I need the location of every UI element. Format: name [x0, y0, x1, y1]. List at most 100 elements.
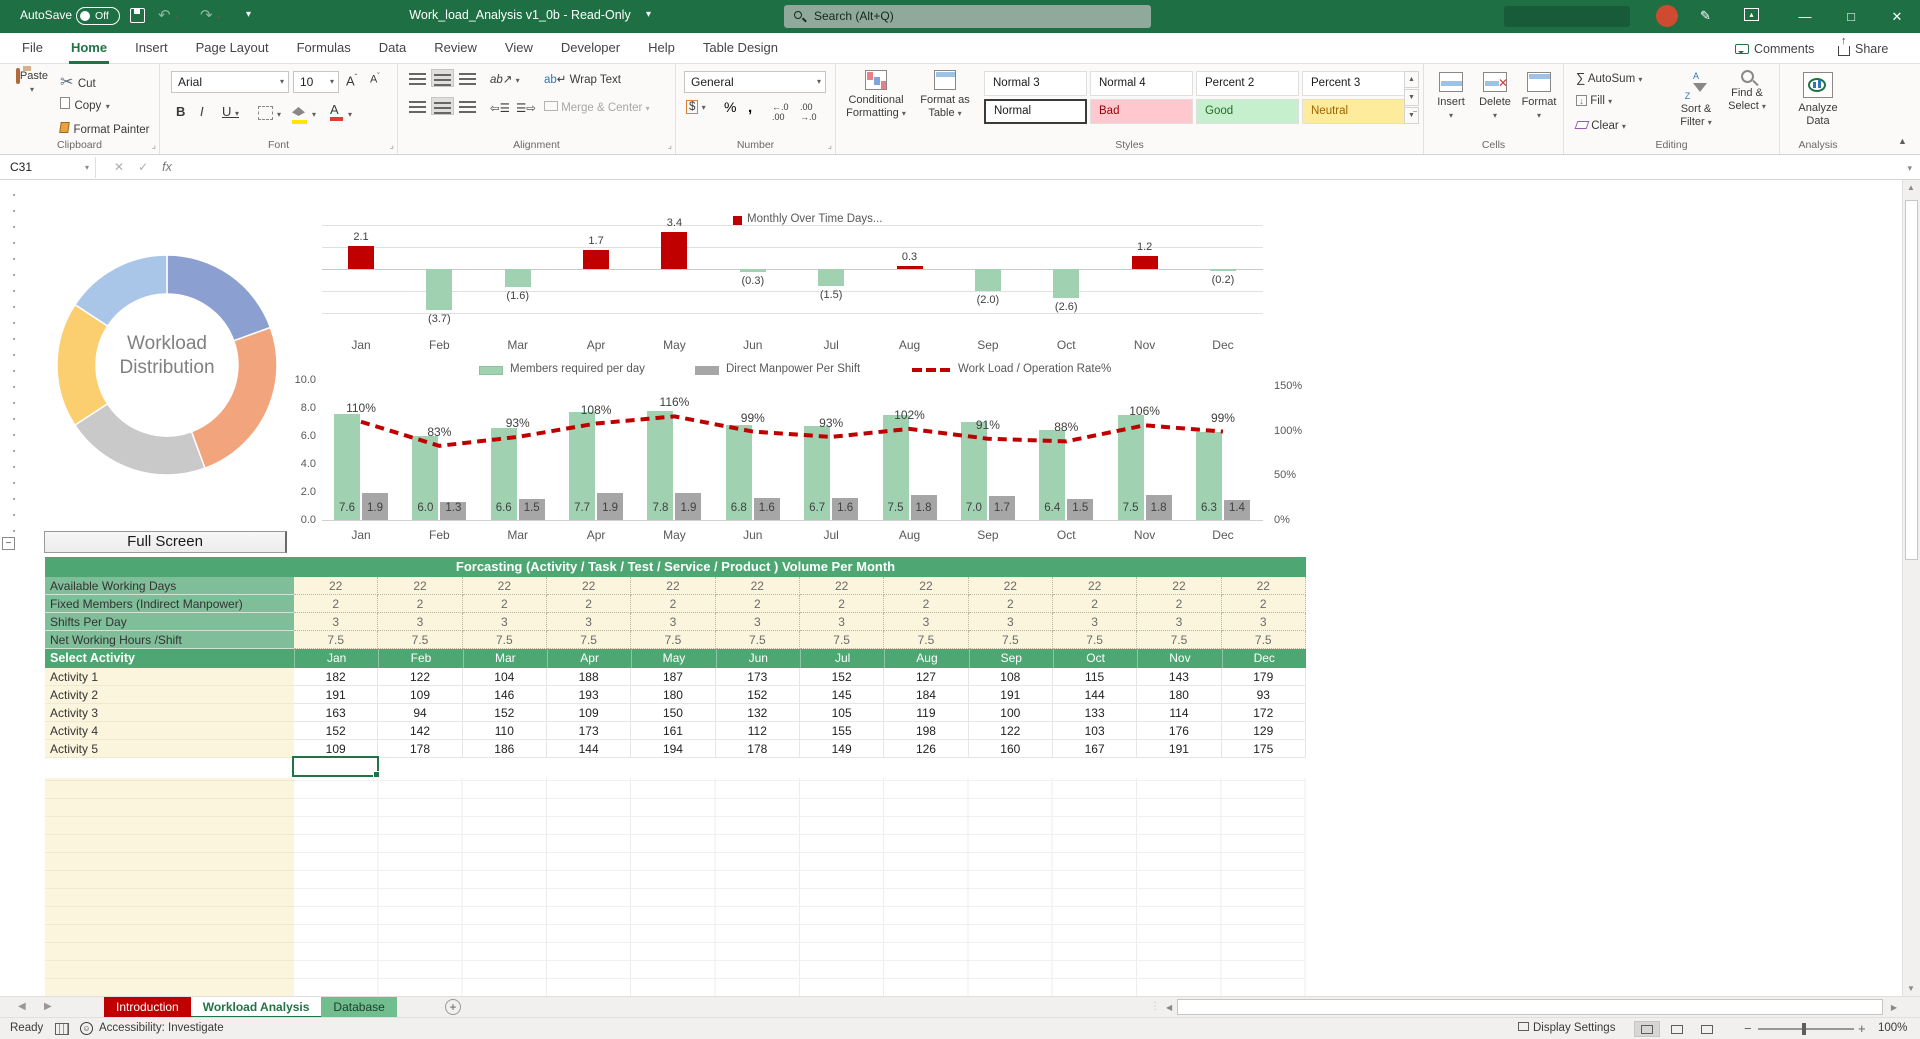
month-header-cell[interactable]: Aug	[884, 649, 968, 668]
param-cell[interactable]: 2	[716, 595, 800, 613]
activity-cell[interactable]: 191	[1137, 740, 1221, 758]
underline-button[interactable]: U ▾	[222, 104, 239, 119]
clipboard-dialog-launcher-icon[interactable]: ⌟	[152, 140, 156, 151]
increase-decimal-button[interactable]: ←.0.00	[772, 102, 789, 122]
decrease-font-icon[interactable]: A˘	[370, 73, 380, 86]
param-cell[interactable]: 2	[969, 595, 1053, 613]
activity-cell[interactable]: 144	[547, 740, 631, 758]
param-cell[interactable]: 3	[463, 613, 547, 631]
activity-cell[interactable]: 188	[547, 668, 631, 686]
zoom-slider-thumb[interactable]	[1802, 1023, 1806, 1035]
redo-icon[interactable]: ↷ ▾	[200, 6, 221, 24]
insert-cells-button[interactable]: Insert▾	[1430, 72, 1472, 122]
alignment-dialog-launcher-icon[interactable]: ⌟	[668, 140, 672, 151]
month-header-cell[interactable]: May	[631, 649, 715, 668]
activity-cell[interactable]: 152	[463, 704, 547, 722]
format-painter-button[interactable]: Format Painter	[60, 120, 150, 138]
activity-cell[interactable]: 152	[716, 686, 800, 704]
activity-cell[interactable]: 152	[800, 668, 884, 686]
param-cell[interactable]: 3	[294, 613, 378, 631]
format-cells-button[interactable]: Format▾	[1518, 72, 1560, 122]
empty-rows-grid[interactable]	[294, 778, 1306, 996]
find-select-button[interactable]: Find & Select ▾	[1722, 70, 1772, 113]
avatar[interactable]	[1656, 5, 1678, 27]
font-size-select[interactable]: 10▾	[293, 71, 339, 93]
sort-filter-button[interactable]: AZ Sort & Filter ▾	[1672, 70, 1720, 129]
style-normal-3[interactable]: Normal 3	[984, 71, 1087, 96]
param-cell[interactable]: 2	[631, 595, 715, 613]
month-header-cell[interactable]: Jul	[800, 649, 884, 668]
tab-file[interactable]: File	[8, 33, 57, 64]
tab-help[interactable]: Help	[634, 33, 689, 64]
italic-button[interactable]: I	[200, 104, 204, 119]
scroll-up-icon[interactable]: ▲	[1907, 183, 1915, 192]
month-header-cell[interactable]: Jan	[294, 649, 378, 668]
title-dropdown-icon[interactable]: ▾	[646, 9, 651, 20]
activity-cell[interactable]: 161	[631, 722, 715, 740]
undo-icon[interactable]: ↶ ▾	[158, 6, 179, 24]
empty-rows-label-column[interactable]	[45, 778, 294, 996]
selected-cell[interactable]	[292, 756, 379, 777]
month-header-cell[interactable]: Feb	[378, 649, 462, 668]
align-middle-button[interactable]	[431, 69, 454, 87]
activity-cell[interactable]: 187	[631, 668, 715, 686]
clear-button[interactable]: Clear ▾	[1576, 120, 1626, 132]
percent-style-button[interactable]: %	[724, 99, 736, 115]
sheet-tab-introduction[interactable]: Introduction	[104, 997, 191, 1018]
accessibility-status[interactable]: Accessibility: Investigate	[99, 1022, 224, 1034]
param-cell[interactable]: 3	[716, 613, 800, 631]
param-cell[interactable]: 22	[1053, 577, 1137, 595]
insert-function-icon[interactable]: fx	[162, 157, 172, 178]
month-header-cell[interactable]: Sep	[969, 649, 1053, 668]
cancel-icon[interactable]: ✕	[114, 157, 124, 178]
activity-cell[interactable]: 152	[294, 722, 378, 740]
activity-cell[interactable]: 160	[969, 740, 1053, 758]
tab-developer[interactable]: Developer	[547, 33, 634, 64]
font-dialog-launcher-icon[interactable]: ⌟	[390, 140, 394, 151]
outline-collapse-button[interactable]: −	[2, 537, 15, 550]
new-sheet-button[interactable]: +	[445, 999, 461, 1015]
search-input[interactable]: Search (Alt+Q)	[784, 5, 1151, 28]
full-screen-button[interactable]: Full Screen	[44, 531, 287, 553]
page-break-view-button[interactable]	[1694, 1021, 1720, 1037]
param-cell[interactable]: 22	[294, 577, 378, 595]
paste-button[interactable]: Paste▾	[10, 70, 54, 96]
param-cell[interactable]: 7.5	[547, 631, 631, 649]
activity-cell[interactable]: 119	[884, 704, 968, 722]
vertical-scroll-thumb[interactable]	[1905, 200, 1918, 560]
macro-record-icon[interactable]	[55, 1023, 69, 1035]
activity-cell[interactable]: 142	[378, 722, 462, 740]
activity-cell[interactable]: 100	[969, 704, 1053, 722]
align-top-button[interactable]	[406, 69, 429, 87]
param-cell[interactable]: 3	[969, 613, 1053, 631]
ink-pen-icon[interactable]: ✎	[1700, 8, 1711, 24]
month-header-cell[interactable]: Nov	[1137, 649, 1221, 668]
activity-cell[interactable]: 108	[969, 668, 1053, 686]
month-header-cell[interactable]: Jun	[716, 649, 800, 668]
collapse-ribbon-icon[interactable]: ▲	[1898, 136, 1907, 146]
minimize-button[interactable]: —	[1782, 0, 1828, 33]
worksheet[interactable]: − 2.1Jan(3.7)Feb(1.6)Mar1.7Apr3.4May(0.3…	[0, 180, 1902, 996]
sheet-nav-right-icon[interactable]: ▶	[44, 1001, 52, 1012]
number-format-select[interactable]: General▾	[684, 71, 826, 93]
horizontal-scroll-thumb[interactable]	[1177, 999, 1883, 1015]
tab-home[interactable]: Home	[57, 33, 121, 64]
param-cell[interactable]: 3	[1222, 613, 1306, 631]
page-layout-view-button[interactable]	[1664, 1021, 1690, 1037]
activity-cell[interactable]: 149	[800, 740, 884, 758]
param-cell[interactable]: 3	[800, 613, 884, 631]
activity-cell[interactable]: 179	[1222, 668, 1306, 686]
month-header-cell[interactable]: Mar	[463, 649, 547, 668]
activity-cell[interactable]: 167	[1053, 740, 1137, 758]
autosave-toggle[interactable]: Off	[76, 7, 120, 25]
param-cell[interactable]: 7.5	[294, 631, 378, 649]
param-cell[interactable]: 3	[378, 613, 462, 631]
scroll-right-icon[interactable]: ▶	[1891, 1003, 1897, 1012]
activity-cell[interactable]: 105	[800, 704, 884, 722]
activity-cell[interactable]: 193	[547, 686, 631, 704]
align-center-button[interactable]	[431, 97, 454, 115]
zoom-slider-track[interactable]	[1758, 1028, 1854, 1030]
style-percent-2[interactable]: Percent 2	[1196, 71, 1299, 96]
fill-button[interactable]: ↓ Fill ▾	[1576, 95, 1612, 107]
param-cell[interactable]: 7.5	[969, 631, 1053, 649]
